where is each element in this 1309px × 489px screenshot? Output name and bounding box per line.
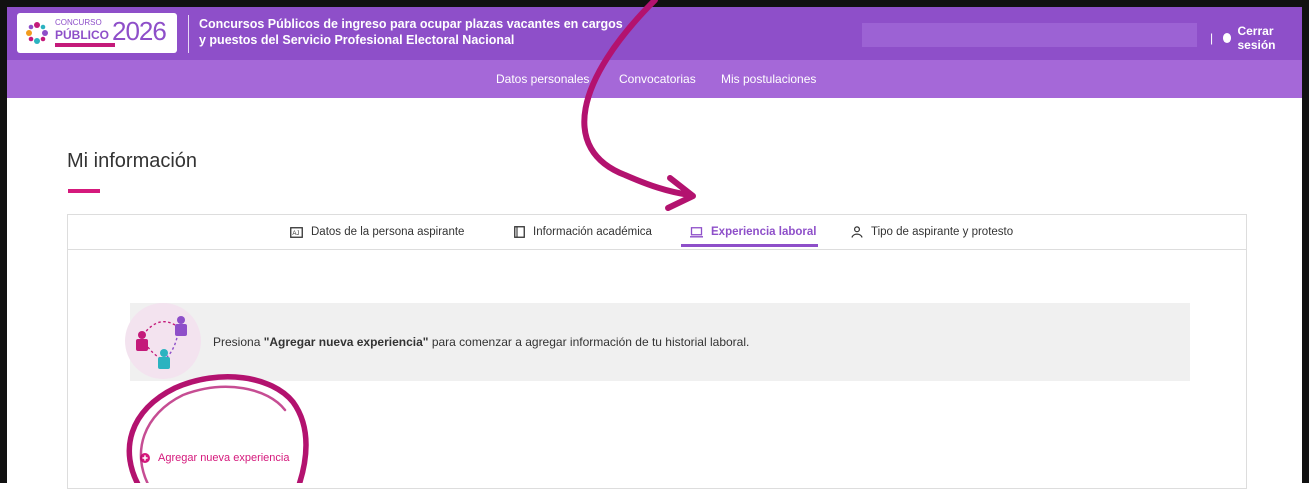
- flower-logo-icon: [26, 22, 48, 44]
- logout-separator: |: [1210, 31, 1214, 45]
- tab-experiencia-laboral[interactable]: Experiencia laboral: [690, 226, 816, 238]
- add-experience-button[interactable]: Agregar nueva experiencia: [140, 452, 289, 464]
- svg-text:AJ: AJ: [292, 231, 299, 237]
- tab-label: Tipo de aspirante y protesto: [871, 226, 1014, 238]
- logo-wordmark: PÚBLICO: [55, 28, 109, 42]
- tab-datos-aspirante[interactable]: AJ Datos de la persona aspirante: [290, 226, 464, 238]
- empty-state-suffix: para comenzar a agregar información de t…: [428, 335, 750, 349]
- book-icon: [514, 226, 525, 238]
- logo-year: 2026: [112, 16, 167, 46]
- tab-informacion-academica[interactable]: Información académica: [514, 226, 652, 238]
- tab-label: Datos de la persona aspirante: [311, 226, 465, 238]
- logo-caption: CONCURSO: [55, 18, 102, 27]
- app-title-line-2: y puestos del Servicio Profesional Elect…: [199, 33, 515, 47]
- app-title-line-1: Concursos Públicos de ingreso para ocupa…: [199, 17, 623, 31]
- empty-state-message: Presiona "Agregar nueva experiencia" par…: [125, 303, 1190, 381]
- empty-state-prefix: Presiona: [213, 335, 264, 349]
- tab-label: Información académica: [533, 226, 652, 238]
- nav-datos-personales[interactable]: Datos personales: [496, 72, 589, 86]
- tab-label: Experiencia laboral: [711, 226, 817, 238]
- logo-underline: [55, 43, 115, 47]
- nav-mis-postulaciones[interactable]: Mis postulaciones: [721, 72, 816, 86]
- info-card: AJ Datos de la persona aspirante Informa…: [67, 214, 1247, 489]
- main-nav: Datos personales Convocatorias Mis postu…: [7, 60, 1302, 98]
- tab-tipo-aspirante[interactable]: Tipo de aspirante y protesto: [851, 226, 1013, 238]
- page-title-underline: [68, 189, 100, 193]
- user-name-redacted: [862, 23, 1197, 47]
- empty-state-text: Presiona "Agregar nueva experiencia" par…: [213, 335, 749, 349]
- active-tab-indicator: [681, 244, 818, 247]
- people-connections-icon: [136, 316, 187, 369]
- id-card-icon: AJ: [290, 226, 303, 238]
- page-title: Mi información: [67, 150, 198, 172]
- header-bar: CONCURSO PÚBLICO 2026 Concursos Públicos…: [7, 7, 1302, 60]
- header-divider: [188, 15, 189, 53]
- app-title: Concursos Públicos de ingreso para ocupa…: [199, 16, 659, 48]
- nav-convocatorias[interactable]: Convocatorias: [619, 72, 696, 86]
- person-icon: [851, 226, 863, 238]
- logout-label: Cerrar sesión: [1237, 24, 1276, 52]
- logo[interactable]: CONCURSO PÚBLICO 2026: [17, 13, 177, 53]
- empty-state-emphasis: "Agregar nueva experiencia": [263, 335, 429, 349]
- plus-circle-icon: [140, 453, 150, 463]
- tab-bar: AJ Datos de la persona aspirante Informa…: [68, 215, 1246, 250]
- logout-button[interactable]: | Cerrar sesión: [1210, 24, 1302, 52]
- add-experience-label: Agregar nueva experiencia: [158, 452, 290, 464]
- laptop-icon: [690, 226, 703, 238]
- power-icon: [1223, 33, 1232, 43]
- empty-state-illustration: [125, 303, 201, 379]
